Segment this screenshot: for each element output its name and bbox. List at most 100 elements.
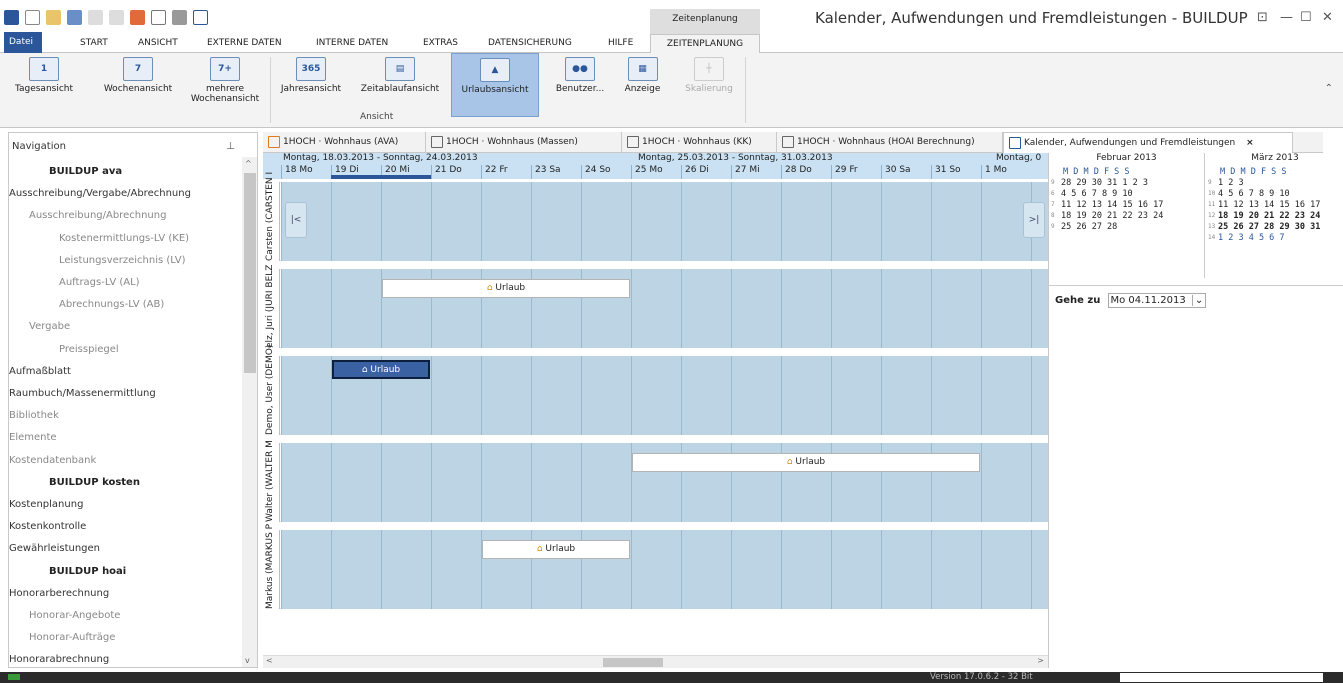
nav-item[interactable]: Elemente <box>9 427 57 449</box>
anzeige-button[interactable]: ▦ Anzeige <box>620 53 665 117</box>
day-label[interactable]: 21 Do <box>431 165 481 179</box>
schedule-cell[interactable] <box>731 269 781 348</box>
schedule-cell[interactable] <box>481 356 531 435</box>
pin-icon[interactable]: ⊥ <box>226 141 235 152</box>
day-label[interactable]: 27 Mi <box>731 165 781 179</box>
day-label[interactable]: 28 Do <box>781 165 831 179</box>
benutzer-button[interactable]: ●● Benutzer... <box>545 53 615 117</box>
vacation-appointment[interactable]: ⌂ Urlaub <box>632 453 980 472</box>
day-label[interactable]: 18 Mo <box>281 165 331 179</box>
schedule-cell[interactable] <box>881 269 931 348</box>
day-label[interactable]: 1 Mo <box>981 165 1031 179</box>
schedule-cell[interactable] <box>1031 443 1048 522</box>
close-tab-icon[interactable]: × <box>1246 138 1254 148</box>
schedule-cell[interactable] <box>781 530 831 609</box>
tagesansicht-button[interactable]: 1 Tagesansicht <box>5 53 83 117</box>
tab-datei[interactable]: Datei <box>4 32 42 53</box>
schedule-cell[interactable] <box>581 443 631 522</box>
nav-item[interactable]: Honorar-Aufträge <box>29 627 115 649</box>
save-icon[interactable] <box>67 9 82 25</box>
schedule-cell[interactable] <box>881 356 931 435</box>
scroll-thumb[interactable] <box>244 173 256 373</box>
nav-item[interactable]: Honorarberechnung <box>9 583 109 605</box>
tab-doc-massen[interactable]: 1HOCH · Wohnhaus (Massen) <box>426 132 622 153</box>
collapse-ribbon-icon[interactable]: ⌃ <box>1325 83 1333 94</box>
schedule-cell[interactable] <box>431 443 481 522</box>
nav-item[interactable]: Honorarabrechnung <box>9 649 109 667</box>
tab-zeitenplanung[interactable]: ZEITENPLANUNG <box>650 34 760 54</box>
calendar-week-row[interactable]: 18 19 20 21 22 23 24 <box>1061 211 1163 221</box>
schedule-cell[interactable] <box>931 530 981 609</box>
window-icon[interactable] <box>193 9 208 25</box>
tab-interne-daten[interactable]: INTERNE DATEN <box>316 34 388 53</box>
schedule-cell[interactable] <box>431 530 481 609</box>
tab-datensicherung[interactable]: DATENSICHERUNG <box>488 34 572 53</box>
nav-item[interactable]: Raumbuch/Massenermittlung <box>9 383 156 405</box>
nav-item[interactable]: Ausschreibung/Vergabe/Abrechnung <box>9 183 191 205</box>
nav-item[interactable]: BUILDUP hoai <box>49 561 126 583</box>
day-label[interactable]: 26 Di <box>681 165 731 179</box>
schedule-cell[interactable] <box>931 182 981 261</box>
schedule-cell[interactable] <box>681 269 731 348</box>
nav-item[interactable]: Preisspiegel <box>59 339 119 361</box>
calendar-week-row[interactable]: 18 19 20 21 22 23 24 <box>1218 211 1320 221</box>
schedule-cell[interactable] <box>981 269 1031 348</box>
horizontal-scrollbar[interactable]: < > <box>263 655 1048 668</box>
scroll-left-icon[interactable]: < <box>266 656 273 665</box>
schedule-cell[interactable] <box>581 182 631 261</box>
vacation-appointment[interactable]: ⌂ Urlaub <box>332 360 430 379</box>
schedule-cell[interactable] <box>781 269 831 348</box>
schedule-cell[interactable] <box>731 530 781 609</box>
next-appointment-button[interactable]: >| <box>1023 202 1045 238</box>
tab-extras[interactable]: EXTRAS <box>423 34 458 53</box>
schedule-cell[interactable] <box>581 356 631 435</box>
schedule-cell[interactable] <box>781 182 831 261</box>
edit-icon[interactable] <box>88 9 103 25</box>
scroll-right-icon[interactable]: > <box>1037 656 1044 665</box>
schedule-cell[interactable] <box>431 356 481 435</box>
calendar-week-row[interactable]: 25 26 27 28 <box>1061 222 1117 232</box>
zeitablaufansicht-button[interactable]: ▤ Zeitablaufansicht <box>355 53 445 117</box>
tab-externe-daten[interactable]: EXTERNE DATEN <box>207 34 282 53</box>
schedule-cell[interactable] <box>931 269 981 348</box>
schedule-cell[interactable] <box>981 356 1031 435</box>
open-folder-icon[interactable] <box>46 9 61 25</box>
schedule-cell[interactable] <box>631 182 681 261</box>
calendar-week-row[interactable]: 11 12 13 14 15 16 17 <box>1061 200 1163 210</box>
calendar-week-row[interactable]: 1 2 3 <box>1218 178 1244 188</box>
skalierung-button[interactable]: ┼ Skalierung <box>680 53 738 117</box>
print-icon[interactable] <box>172 9 187 25</box>
previous-appointment-button[interactable]: |< <box>285 202 307 238</box>
schedule-cell[interactable] <box>481 182 531 261</box>
schedule-cell[interactable] <box>931 356 981 435</box>
schedule-cell[interactable] <box>381 182 431 261</box>
schedule-cell[interactable] <box>681 530 731 609</box>
nav-item[interactable]: Kostenermittlungs-LV (KE) <box>59 228 189 250</box>
tab-doc-hoai[interactable]: 1HOCH · Wohnhaus (HOAI Berechnung) <box>777 132 1003 153</box>
minimize-icon[interactable]: — <box>1280 10 1293 25</box>
schedule-cell[interactable] <box>531 182 581 261</box>
day-label[interactable]: 23 Sa <box>531 165 581 179</box>
urlaubsansicht-button[interactable]: ▲ Urlaubsansicht <box>451 53 539 117</box>
calendar-week-row[interactable]: 25 26 27 28 29 30 31 <box>1218 222 1320 232</box>
schedule-cell[interactable] <box>831 269 881 348</box>
new-file-icon[interactable] <box>25 9 40 25</box>
nav-item[interactable]: Ausschreibung/Abrechnung <box>29 205 166 227</box>
nav-item[interactable]: Honorar-Angebote <box>29 605 120 627</box>
tab-doc-kk[interactable]: 1HOCH · Wohnhaus (KK) <box>622 132 777 153</box>
close-icon[interactable]: ✕ <box>1322 10 1333 25</box>
schedule-cell[interactable] <box>281 443 331 522</box>
calendar-week-row[interactable]: 1 2 3 4 5 6 7 <box>1218 233 1285 243</box>
nav-item[interactable]: BUILDUP ava <box>49 161 122 183</box>
goto-date-select[interactable]: Mo 04.11.2013 ⌄ <box>1107 293 1207 308</box>
schedule-cell[interactable] <box>331 530 381 609</box>
mehrere-wochenansicht-button[interactable]: 7+ mehrere Wochenansicht <box>185 53 265 117</box>
nav-item[interactable]: BUILDUP kosten <box>49 472 140 494</box>
schedule-cell[interactable] <box>631 269 681 348</box>
nav-item[interactable]: Abrechnungs-LV (AB) <box>59 294 164 316</box>
scroll-up-icon[interactable]: ^ <box>245 159 252 168</box>
vacation-appointment[interactable]: ⌂ Urlaub <box>482 540 630 559</box>
schedule-cell[interactable] <box>481 443 531 522</box>
schedule-cell[interactable] <box>531 443 581 522</box>
nav-item[interactable]: Leistungsverzeichnis (LV) <box>59 250 186 272</box>
